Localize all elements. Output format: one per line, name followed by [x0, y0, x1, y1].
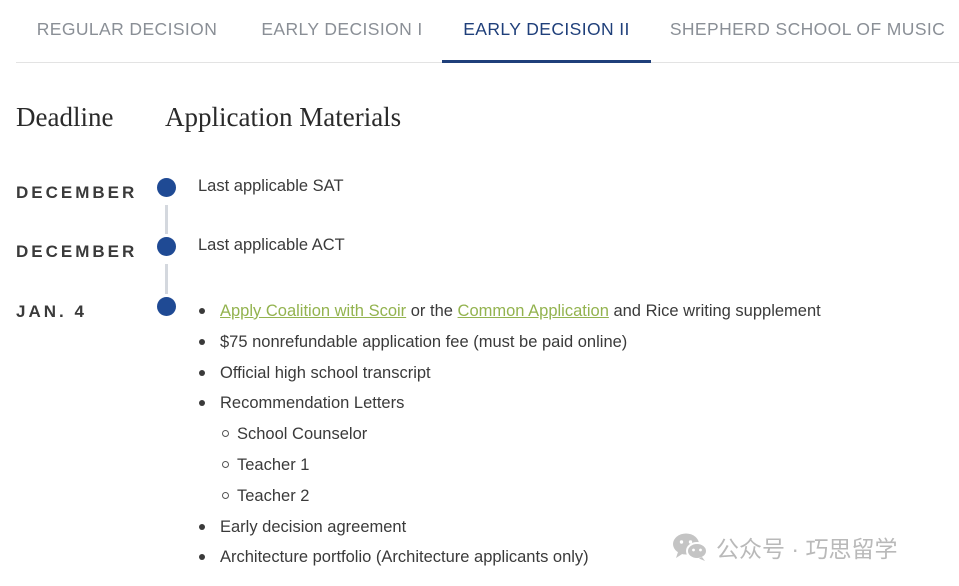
wechat-icon	[673, 533, 708, 561]
timeline-dot	[157, 297, 176, 316]
timeline-item: Last applicable ACT	[198, 236, 345, 254]
list-item-text: and Rice writing supplement	[608, 302, 821, 320]
deadline-date: DECEMBER	[16, 183, 138, 202]
application-materials-heading: Application Materials	[165, 102, 402, 132]
tab-regular-decision[interactable]: REGULAR DECISION	[16, 0, 238, 62]
watermark-text: 公众号 · 巧思留学	[716, 536, 898, 562]
deadline-date: DECEMBER	[16, 242, 138, 261]
list-item-text: Teacher 2	[237, 486, 310, 505]
sub-list-item: Teacher 1	[198, 452, 821, 483]
sub-list-item: Teacher 2	[198, 483, 821, 514]
tab-early-decision-ii[interactable]: EARLY DECISION II	[442, 0, 651, 63]
sub-list-item: School Counselor	[198, 421, 821, 452]
list-item: Official high school transcript	[198, 360, 821, 391]
common-application-link[interactable]: Common Application	[458, 302, 609, 320]
deadline-heading: Deadline	[16, 102, 114, 132]
tab-early-decision-i[interactable]: EARLY DECISION I	[242, 0, 442, 62]
list-item: Apply Coalition with Scoir or the Common…	[198, 298, 821, 329]
timeline-item: Last applicable SAT	[198, 177, 344, 195]
tab-shepherd-school-of-music[interactable]: SHEPHERD SCHOOL OF MUSIC	[666, 0, 949, 62]
list-item-text: School Counselor	[237, 425, 368, 444]
list-item-text: $75 nonrefundable application fee (must …	[220, 332, 628, 351]
apply-coalition-scoir-link[interactable]: Apply Coalition with Scoir	[220, 302, 406, 320]
list-item-text: Architecture portfolio (Architecture app…	[220, 548, 589, 567]
watermark: 公众号 · 巧思留学	[672, 531, 897, 563]
list-item-text: Teacher 1	[237, 455, 310, 474]
list-item: $75 nonrefundable application fee (must …	[198, 329, 821, 360]
timeline-dot	[157, 178, 176, 197]
deadline-date: JAN. 4	[16, 302, 87, 321]
list-item-text: or the	[406, 302, 458, 320]
list-item-text: Recommendation Letters	[220, 394, 405, 413]
timeline-connector	[165, 205, 168, 234]
timeline-dot	[157, 237, 176, 256]
timeline-connector	[165, 264, 168, 294]
list-item: Recommendation Letters	[198, 390, 821, 421]
list-item-text: Early decision agreement	[220, 517, 407, 536]
list-item-text: Official high school transcript	[220, 363, 431, 382]
decision-tabs: REGULAR DECISION EARLY DECISION I EARLY …	[16, 0, 959, 63]
